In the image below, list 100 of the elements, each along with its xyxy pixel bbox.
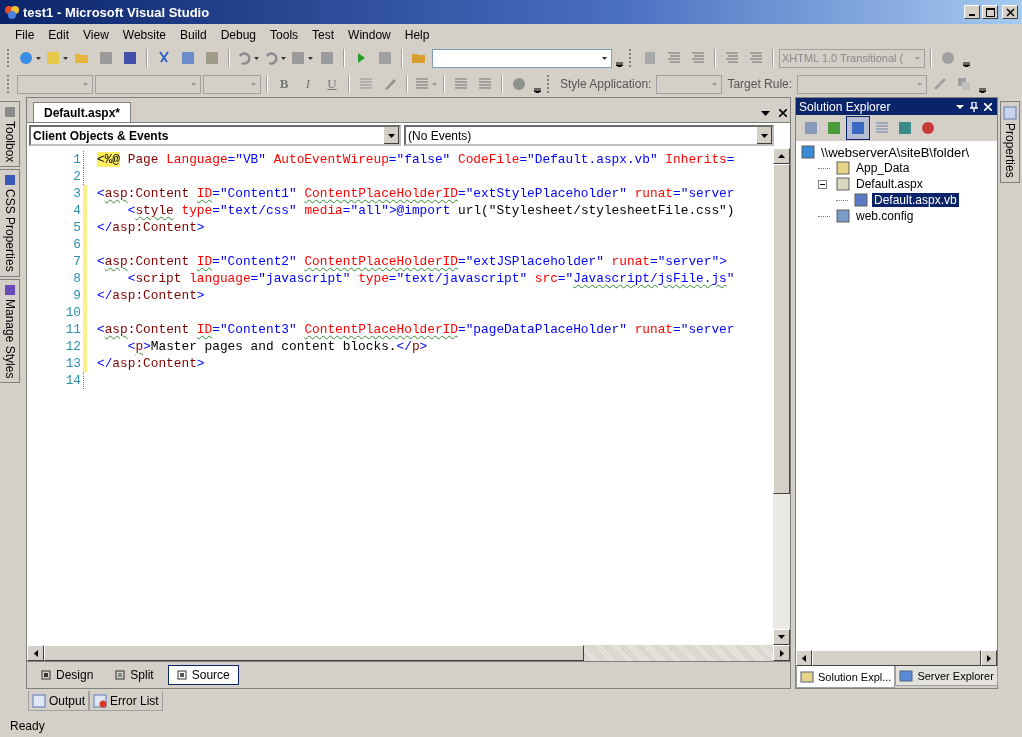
- document-tab[interactable]: Default.aspx*: [33, 102, 132, 122]
- target-rule-combo[interactable]: [797, 74, 928, 94]
- sphere-icon: [940, 50, 956, 66]
- tree-item[interactable]: \\webserverA\siteB\folder\: [819, 144, 972, 160]
- side-tab[interactable]: Manage Styles: [0, 279, 20, 384]
- code-file-icon: [853, 192, 869, 208]
- line-number: 14: [64, 373, 82, 388]
- page-icon: [642, 50, 658, 66]
- dropdown-arrow-icon: [63, 56, 68, 60]
- code-line: <style type="text/css" media="all">@import url("Stylesheet/stylesheetFile.css"): [126, 203, 735, 218]
- line-number: 8: [72, 271, 82, 286]
- menu-item[interactable]: Debug: [213, 27, 264, 42]
- side-tab[interactable]: Properties: [1000, 101, 1020, 183]
- dropdown-arrow-icon: [36, 56, 41, 60]
- code-line: </asp:Content>: [97, 356, 205, 371]
- tool-window-tab[interactable]: Output: [28, 691, 90, 711]
- view-icon: [176, 670, 187, 680]
- scroll-up-icon: [778, 154, 785, 158]
- menu-item[interactable]: Build: [172, 27, 214, 42]
- panel-tab[interactable]: Server Explorer: [895, 666, 998, 686]
- event-combo[interactable]: (No Events): [404, 125, 774, 146]
- numbering-icon: [477, 76, 493, 92]
- collapse-icon[interactable]: [818, 179, 827, 189]
- panel-tab[interactable]: Solution Expl...: [796, 666, 896, 688]
- dropdown-arrow-icon: [254, 56, 259, 60]
- view-tab[interactable]: Source: [167, 665, 239, 685]
- close-button[interactable]: [1002, 5, 1018, 19]
- style-application-combo[interactable]: [656, 74, 723, 94]
- window-title: test1 - Microsoft Visual Studio: [23, 4, 210, 20]
- web-site-icon: [800, 144, 816, 160]
- menu-item[interactable]: Edit: [41, 27, 77, 42]
- line-number: 10: [64, 305, 82, 320]
- folder-search-icon: [800, 669, 816, 684]
- minimize-button[interactable]: [964, 5, 980, 19]
- dropdown-arrow-icon: [281, 56, 286, 60]
- dropdown-arrow-icon: [761, 133, 768, 138]
- dropdown-arrow-icon: [308, 56, 313, 60]
- tab-icon: [3, 174, 16, 187]
- tree-item[interactable]: App_Data: [854, 161, 912, 175]
- align-left-icon: [414, 76, 430, 92]
- line-number: 9: [72, 288, 82, 303]
- undo-icon: [236, 50, 252, 66]
- line-number: 4: [72, 203, 82, 218]
- menu-item[interactable]: Website: [115, 27, 173, 42]
- nest-files-button[interactable]: [846, 116, 870, 140]
- menu-item[interactable]: Test: [305, 27, 342, 42]
- code-line: </asp:Content>: [97, 288, 205, 303]
- menu-item[interactable]: View: [76, 27, 116, 42]
- maximize-button[interactable]: [982, 5, 998, 19]
- globe-icon: [18, 50, 34, 66]
- highlight-icon: [382, 76, 398, 92]
- redo-icon: [263, 50, 279, 66]
- dropdown-arrow-icon: [914, 56, 920, 60]
- code-line: </asp:Content>: [97, 220, 205, 235]
- target-rule-label: Target Rule:: [726, 77, 794, 91]
- app-icon: [4, 4, 20, 20]
- block-format-combo[interactable]: [17, 74, 93, 94]
- line-number: 11: [64, 322, 82, 337]
- close-icon: [1005, 7, 1015, 17]
- tab-icon: [3, 284, 16, 297]
- line-number: 6: [72, 237, 82, 252]
- server-icon: [899, 668, 916, 683]
- tree-item[interactable]: web.config: [854, 209, 916, 223]
- code-line: <asp:Content ID="Content3" ContentPlaceHolderID="pageDataPlaceHolder" runat="server: [97, 322, 735, 337]
- dropdown-arrow-icon: [250, 82, 256, 86]
- line-number: 2: [72, 169, 82, 184]
- tree-item[interactable]: Default.aspx.vb: [872, 193, 959, 207]
- dropdown-arrow-icon: [388, 133, 395, 138]
- horizontal-scrollbar[interactable]: [796, 650, 997, 666]
- font-color-icon: [358, 76, 374, 92]
- line-number: 5: [72, 220, 82, 235]
- menu-item[interactable]: File: [8, 27, 42, 42]
- menu-item[interactable]: Tools: [263, 27, 306, 42]
- align-icon: [724, 50, 740, 66]
- style-application-label: Style Application:: [559, 77, 653, 91]
- line-number: 13: [64, 356, 82, 371]
- horizontal-scrollbar[interactable]: [27, 645, 790, 661]
- dropdown-arrow-icon: [82, 82, 88, 86]
- menu-item[interactable]: Help: [397, 27, 437, 42]
- side-tab[interactable]: Toolbox: [0, 101, 20, 168]
- line-number: 3: [72, 186, 82, 201]
- font-name-combo[interactable]: [95, 74, 201, 94]
- view-tab[interactable]: Design: [33, 665, 102, 685]
- vertical-scrollbar[interactable]: [773, 148, 790, 645]
- object-combo[interactable]: Client Objects & Events: [29, 125, 401, 146]
- tool-window-tab[interactable]: Error List: [89, 691, 163, 711]
- font-size-combo[interactable]: [203, 74, 261, 94]
- dropdown-arrow-icon: [916, 82, 922, 86]
- menu-item[interactable]: Window: [341, 27, 398, 42]
- tree-item[interactable]: Default.aspx: [854, 177, 925, 191]
- line-number: 7: [72, 254, 82, 269]
- config-file-icon: [835, 208, 851, 224]
- side-tab[interactable]: CSS Properties: [0, 169, 20, 278]
- status-text: Ready: [10, 719, 45, 733]
- scroll-left-icon: [33, 649, 38, 657]
- code-line: <asp:Content ID="Content1" ContentPlaceHolderID="extStylePlaceholder" runat="server: [97, 186, 735, 201]
- line-number: 1: [72, 152, 82, 167]
- bullets-icon: [453, 76, 469, 92]
- view-tab[interactable]: Split: [107, 665, 162, 685]
- minimize-icon: [969, 13, 975, 16]
